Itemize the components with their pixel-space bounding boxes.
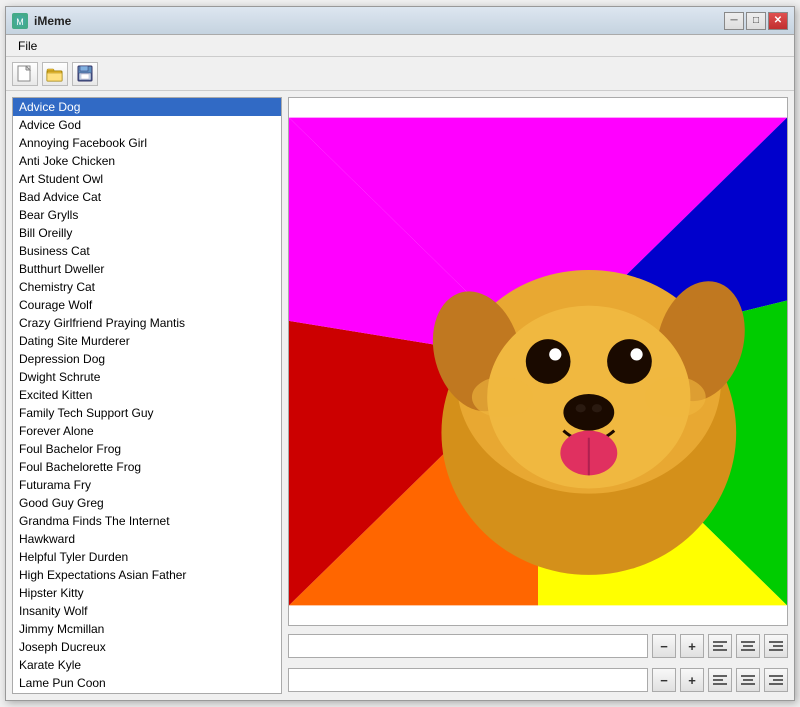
app-icon: M <box>12 13 28 29</box>
bottom-align-center-btn[interactable] <box>736 668 760 692</box>
top-align-left-btn[interactable] <box>708 634 732 658</box>
list-item[interactable]: Futurama Fry <box>13 476 281 494</box>
list-item[interactable]: Courage Wolf <box>13 296 281 314</box>
list-item[interactable]: Foul Bachelorette Frog <box>13 458 281 476</box>
list-item[interactable]: Hawkward <box>13 530 281 548</box>
main-window: M iMeme ─ □ ✕ File <box>5 6 795 701</box>
top-align-right-btn[interactable] <box>764 634 788 658</box>
list-item[interactable]: Butthurt Dweller <box>13 260 281 278</box>
list-item[interactable]: Hipster Kitty <box>13 584 281 602</box>
close-button[interactable]: ✕ <box>768 12 788 30</box>
list-item[interactable]: Bear Grylls <box>13 206 281 224</box>
list-item[interactable]: Annoying Facebook Girl <box>13 134 281 152</box>
list-item[interactable]: Jimmy Mcmillan <box>13 620 281 638</box>
top-align-center-btn[interactable] <box>736 634 760 658</box>
save-button[interactable] <box>72 62 98 86</box>
list-item[interactable]: Dating Site Murderer <box>13 332 281 350</box>
open-button[interactable] <box>42 62 68 86</box>
list-item[interactable]: Business Cat <box>13 242 281 260</box>
title-bar: M iMeme ─ □ ✕ <box>6 7 794 35</box>
list-item[interactable]: Forever Alone <box>13 422 281 440</box>
title-buttons: ─ □ ✕ <box>724 12 788 30</box>
toolbar <box>6 57 794 91</box>
top-minus-btn[interactable]: − <box>652 634 676 658</box>
right-panel: − + − + <box>288 97 788 694</box>
list-item[interactable]: Art Student Owl <box>13 170 281 188</box>
list-item[interactable]: Advice Dog <box>13 98 281 116</box>
list-item[interactable]: Grandma Finds The Internet <box>13 512 281 530</box>
main-content: Advice DogAdvice GodAnnoying Facebook Gi… <box>6 91 794 700</box>
list-item[interactable]: Insanity Wolf <box>13 602 281 620</box>
bottom-plus-btn[interactable]: + <box>680 668 704 692</box>
bottom-align-left-btn[interactable] <box>708 668 732 692</box>
text-row-top: − + <box>288 632 788 660</box>
list-item[interactable]: Karate Kyle <box>13 656 281 674</box>
list-item[interactable]: Bad Advice Cat <box>13 188 281 206</box>
bottom-minus-btn[interactable]: − <box>652 668 676 692</box>
list-item[interactable]: High Expectations Asian Father <box>13 566 281 584</box>
list-item[interactable]: Joseph Ducreux <box>13 638 281 656</box>
text-row-bottom: − + <box>288 666 788 694</box>
maximize-button[interactable]: □ <box>746 12 766 30</box>
image-area <box>288 97 788 626</box>
title-text: iMeme <box>34 14 71 28</box>
list-item[interactable]: Depression Dog <box>13 350 281 368</box>
menu-file[interactable]: File <box>10 37 45 55</box>
list-item[interactable]: Foul Bachelor Frog <box>13 440 281 458</box>
minimize-button[interactable]: ─ <box>724 12 744 30</box>
list-item[interactable]: Good Guy Greg <box>13 494 281 512</box>
menu-bar: File <box>6 35 794 57</box>
list-item[interactable]: Advice God <box>13 116 281 134</box>
title-bar-left: M iMeme <box>12 13 71 29</box>
list-item[interactable]: Chemistry Cat <box>13 278 281 296</box>
list-item[interactable]: Anti Joke Chicken <box>13 152 281 170</box>
svg-text:M: M <box>16 17 24 27</box>
meme-preview <box>289 98 787 625</box>
list-item[interactable]: Family Tech Support Guy <box>13 404 281 422</box>
top-text-input[interactable] <box>288 634 648 658</box>
list-item[interactable]: Bill Oreilly <box>13 224 281 242</box>
list-container: Advice DogAdvice GodAnnoying Facebook Gi… <box>12 97 282 694</box>
list-item[interactable]: Excited Kitten <box>13 386 281 404</box>
meme-list[interactable]: Advice DogAdvice GodAnnoying Facebook Gi… <box>13 98 281 693</box>
bottom-align-right-btn[interactable] <box>764 668 788 692</box>
new-button[interactable] <box>12 62 38 86</box>
list-item[interactable]: Helpful Tyler Durden <box>13 548 281 566</box>
list-item[interactable]: Crazy Girlfriend Praying Mantis <box>13 314 281 332</box>
list-item[interactable]: Dwight Schrute <box>13 368 281 386</box>
list-item[interactable]: Musically Oblivious 8Th Grader <box>13 692 281 693</box>
top-plus-btn[interactable]: + <box>680 634 704 658</box>
list-item[interactable]: Lame Pun Coon <box>13 674 281 692</box>
bottom-text-input[interactable] <box>288 668 648 692</box>
